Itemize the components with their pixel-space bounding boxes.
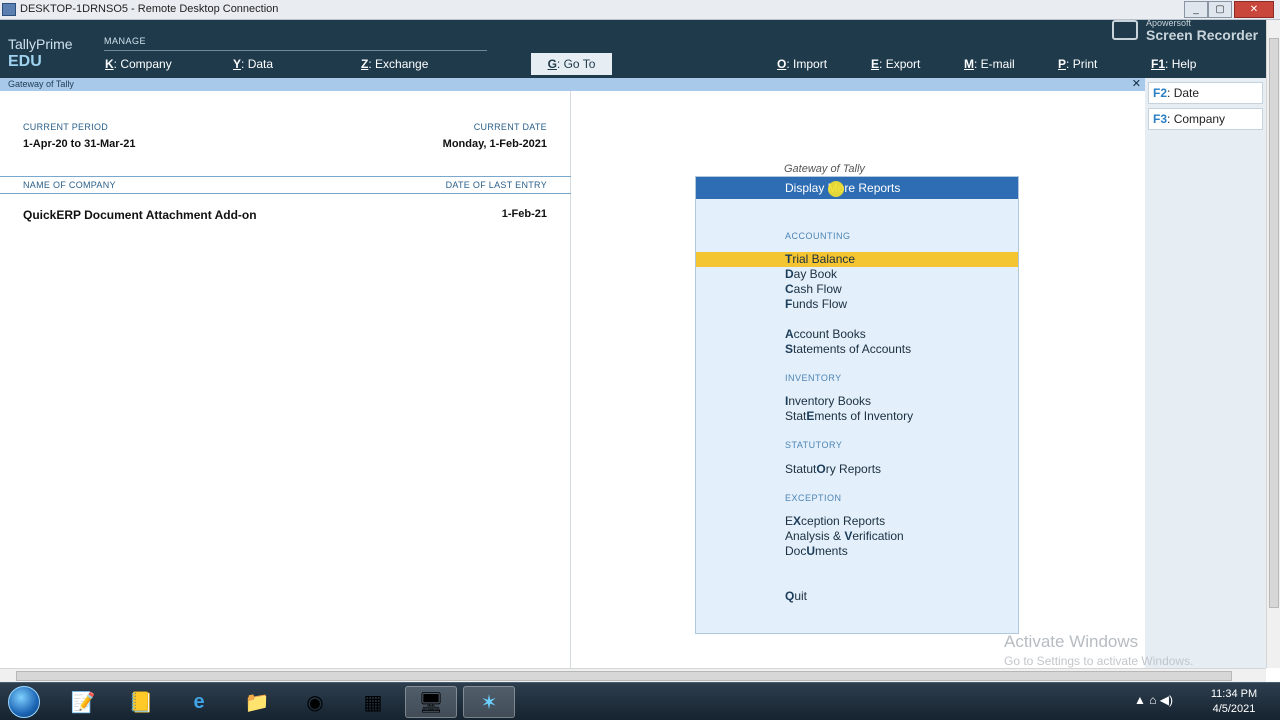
section-inventory: INVENTORY (785, 373, 842, 383)
current-date-label: CURRENT DATE (473, 122, 547, 132)
menu-export[interactable]: E: Export (871, 57, 920, 71)
remote-desktop-icon (2, 3, 16, 16)
company-name-header: NAME OF COMPANY (23, 180, 116, 190)
close-window-button[interactable]: ✕ (1234, 1, 1274, 18)
menu-item-cash-flow[interactable]: Cash Flow (785, 282, 842, 296)
menu-item-day-book[interactable]: Day Book (785, 267, 837, 281)
last-entry-date: 1-Feb-21 (501, 208, 547, 220)
f2-date-button[interactable]: F2: Date (1148, 82, 1263, 104)
section-exception: EXCEPTION (785, 493, 842, 503)
company-info-panel: CURRENT PERIOD 1-Apr-20 to 31-Mar-21 CUR… (0, 91, 571, 668)
menu-item-funds-flow[interactable]: Funds Flow (785, 297, 847, 311)
remote-desktop-titlebar: DESKTOP-1DRNSO5 - Remote Desktop Connect… (0, 0, 1280, 20)
internet-explorer-icon[interactable]: e (173, 686, 225, 718)
menu-data[interactable]: Y: Data (233, 57, 273, 71)
menu-item-statements-of-inventory[interactable]: StatEments of Inventory (785, 409, 913, 423)
gateway-menu: Display More Reports ACCOUNTING Trial Ba… (695, 176, 1019, 634)
horizontal-scrollbar[interactable] (0, 668, 1266, 682)
chrome-icon[interactable]: ◉ (289, 686, 341, 718)
current-period-label: CURRENT PERIOD (23, 122, 109, 132)
menu-item-statements-of-accounts[interactable]: Statements of Accounts (785, 342, 911, 356)
menu-print[interactable]: P: Print (1058, 57, 1097, 71)
scroll-thumb[interactable] (1269, 38, 1279, 608)
menu-item-quit[interactable]: Quit (785, 589, 807, 603)
product-name: TallyPrime (8, 36, 73, 52)
gateway-menu-title: Gateway of Tally (784, 163, 865, 175)
divider (0, 176, 571, 177)
gateway-titlebar: Gateway of Tally ✕ (0, 78, 1145, 91)
menu-import[interactable]: O: Import (777, 57, 827, 71)
menu-item-trial-balance[interactable]: Trial Balance (696, 252, 1018, 267)
taskbar: 📝 📒 e 📁 ◉ ▦ 🖥 ✶ ▲ ⌂ ◀) 11:34 PM 4/5/2021 (0, 682, 1280, 720)
remote-desktop-icon[interactable]: 🖥 (405, 686, 457, 718)
manage-divider (104, 50, 487, 51)
menu-item-account-books[interactable]: Account Books (785, 327, 866, 341)
activation-watermark: Activate Windows (1004, 632, 1139, 651)
tally-erp9-icon[interactable]: 📒 (115, 686, 167, 718)
current-period-value: 1-Apr-20 to 31-Mar-21 (23, 138, 136, 150)
last-entry-header: DATE OF LAST ENTRY (445, 180, 547, 190)
current-date-value: Monday, 1-Feb-2021 (442, 138, 547, 150)
window-title: DESKTOP-1DRNSO5 - Remote Desktop Connect… (20, 3, 279, 15)
app-icon[interactable]: ▦ (347, 686, 399, 718)
manage-label: MANAGE (104, 36, 147, 46)
menu-exchange[interactable]: Z: Exchange (361, 57, 428, 71)
company-name[interactable]: QuickERP Document Attachment Add-on (23, 208, 257, 222)
function-key-panel: F2: Date F3: Company (1145, 78, 1266, 668)
clock[interactable]: 11:34 PM 4/5/2021 (1204, 687, 1264, 717)
vertical-scrollbar[interactable] (1266, 20, 1280, 668)
menu-item-exception-reports[interactable]: EXception Reports (785, 514, 885, 528)
menu-item-display-more-reports[interactable]: Display More Reports (696, 177, 1018, 199)
menu-item-statutory-reports[interactable]: StatutOry Reports (785, 462, 881, 476)
menu-item-inventory-books[interactable]: Inventory Books (785, 394, 871, 408)
clock-date: 4/5/2021 (1212, 703, 1256, 715)
clock-time: 11:34 PM (1210, 688, 1258, 700)
windows-start-icon[interactable] (8, 686, 40, 718)
gateway-bar-title: Gateway of Tally (8, 79, 74, 89)
scroll-thumb[interactable] (16, 671, 1232, 681)
section-statutory: STATUTORY (785, 440, 843, 450)
menu-item-analysis-verification[interactable]: Analysis & Verification (785, 529, 904, 543)
restore-button[interactable]: ▢ (1208, 1, 1232, 18)
close-icon[interactable]: ✕ (1132, 78, 1141, 91)
file-explorer-icon[interactable]: 📁 (231, 686, 283, 718)
minimize-button[interactable]: _ (1184, 1, 1208, 18)
section-accounting: ACCOUNTING (785, 231, 851, 241)
tally-prime-star-icon[interactable]: ✶ (463, 686, 515, 718)
notepad-icon[interactable]: 📝 (57, 686, 109, 718)
menu-email[interactable]: M: E-mail (964, 57, 1015, 71)
system-tray-icons[interactable]: ▲ ⌂ ◀) (1134, 693, 1173, 707)
divider (0, 193, 571, 194)
menu-item-documents[interactable]: DocUments (785, 544, 848, 558)
activation-watermark-sub: Go to Settings to activate Windows. (1004, 654, 1194, 668)
menu-company[interactable]: K: Company (105, 57, 172, 71)
recorder-camera-icon (1112, 20, 1138, 40)
menu-help[interactable]: F1: Help (1151, 57, 1196, 71)
tally-top-bar: TallyPrime EDU MANAGE K: Company Y: Data… (0, 18, 1266, 78)
product-edition: EDU (8, 53, 42, 70)
menu-goto[interactable]: G: Go To (531, 53, 612, 75)
f3-company-button[interactable]: F3: Company (1148, 108, 1263, 130)
mouse-cursor-icon (828, 181, 844, 197)
recorder-name: Screen Recorder (1146, 27, 1259, 43)
